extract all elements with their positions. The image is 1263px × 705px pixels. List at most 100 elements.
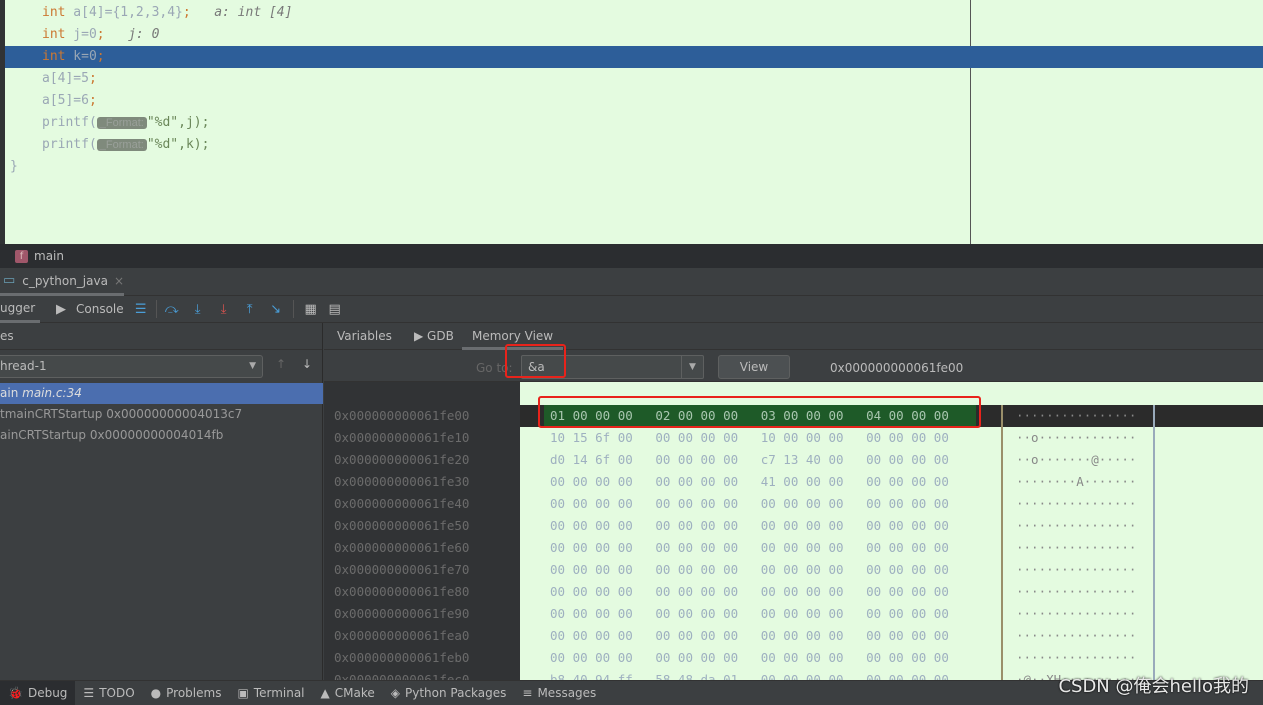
keyword: int <box>42 49 66 64</box>
hex-bytes: 00 00 00 00 00 00 00 00 41 00 00 00 00 0… <box>550 474 949 489</box>
hex-bytes: d0 14 6f 00 00 00 00 00 c7 13 40 00 00 0… <box>550 452 949 467</box>
column-divider <box>1153 493 1155 515</box>
memory-row[interactable]: 0x000000000061fe60 00 00 00 00 00 00 00 0… <box>324 537 1263 559</box>
divider <box>292 300 294 318</box>
status-messages[interactable]: ≡ Messages <box>514 681 604 705</box>
memory-row[interactable]: 0x000000000061feb0 00 00 00 00 00 00 00 0… <box>324 647 1263 669</box>
ascii-text: ················ <box>1016 562 1137 577</box>
semicolon: ; <box>96 27 105 42</box>
layout-icon[interactable]: ☰ <box>132 302 150 317</box>
code-line-6[interactable]: printf(_Format: "%d",j); <box>5 112 1263 134</box>
close-icon[interactable]: × <box>114 274 124 288</box>
list-icon: ☰ <box>83 685 95 700</box>
tab-label: Console <box>76 302 124 316</box>
code-line-1[interactable]: int a[4]={1,2,3,4}; a: int [4] <box>5 2 1263 24</box>
column-divider <box>1153 581 1155 603</box>
status-terminal[interactable]: ▣ Terminal <box>229 681 312 705</box>
column-divider <box>1153 471 1155 493</box>
status-label: TODO <box>99 685 135 700</box>
column-divider <box>1153 603 1155 625</box>
frame-item[interactable]: ainCRTStartup 0x00000000004014fb <box>0 425 323 446</box>
memory-row[interactable]: 0x000000000061fe90 00 00 00 00 00 00 00 0… <box>324 603 1263 625</box>
breadcrumb[interactable]: f main <box>0 244 1263 268</box>
frame-name: ainCRTStartup <box>0 428 87 442</box>
memory-row[interactable]: 0x000000000061fe20 d0 14 6f 00 00 00 00 0… <box>324 449 1263 471</box>
code-line-5[interactable]: a[5]=6; <box>5 90 1263 112</box>
code: a[5]=6 <box>42 93 89 108</box>
breadcrumb-item[interactable]: main <box>34 249 64 263</box>
force-step-into-icon[interactable]: ⤓ <box>215 302 233 317</box>
hex-bytes: 00 00 00 00 00 00 00 00 00 00 00 00 00 0… <box>550 584 949 599</box>
tab-variables[interactable]: Variables <box>337 323 392 350</box>
run-tab-bar: ▭ c_python_java × <box>0 268 1263 296</box>
memory-address: 0x000000000061fe70 <box>334 562 470 577</box>
memory-row[interactable]: 0x000000000061fe80 00 00 00 00 00 00 00 0… <box>324 581 1263 603</box>
code: j=0 <box>65 27 97 42</box>
column-divider <box>1153 515 1155 537</box>
memory-address: 0x000000000061fe40 <box>334 496 470 511</box>
chevron-down-icon[interactable]: ▼ <box>681 356 703 378</box>
memory-address: 0x000000000061fe10 <box>334 430 470 445</box>
memory-row[interactable]: 0x000000000061fe40 00 00 00 00 00 00 00 0… <box>324 493 1263 515</box>
semicolon: ; <box>88 93 97 108</box>
view-button[interactable]: View <box>718 355 790 379</box>
hex-bytes: 00 00 00 00 00 00 00 00 00 00 00 00 00 0… <box>550 518 949 533</box>
status-debug[interactable]: 🐞 Debug <box>0 680 76 705</box>
status-cmake[interactable]: ▲ CMake <box>313 681 383 705</box>
thread-select[interactable]: hread-1 ▼ <box>0 355 263 378</box>
status-problems[interactable]: ● Problems <box>143 681 230 705</box>
arrow-up-icon[interactable]: ↑ <box>276 357 286 371</box>
status-python-packages[interactable]: ◈ Python Packages <box>383 681 515 705</box>
ascii-text: ··o············· <box>1016 430 1137 445</box>
memory-row[interactable]: 0x000000000061fe70 00 00 00 00 00 00 00 0… <box>324 559 1263 581</box>
step-into-icon[interactable]: ⤓ <box>189 302 207 317</box>
debug-window-icon: ▭ <box>2 273 16 288</box>
code-line-current-execution[interactable]: int k=0; <box>5 46 1263 68</box>
column-divider <box>1001 669 1003 680</box>
ascii-text: ··o·······@····· <box>1016 452 1137 467</box>
hex-bytes: 10 15 6f 00 00 00 00 00 10 00 00 00 00 0… <box>550 430 949 445</box>
ascii-text: ········A······· <box>1016 474 1137 489</box>
current-address: 0x000000000061fe00 <box>830 361 964 375</box>
tab-debugger[interactable]: ugger <box>0 296 40 323</box>
step-out-icon[interactable]: ⤒ <box>241 302 259 317</box>
tab-console[interactable]: ▶ Console <box>52 302 124 317</box>
run-to-cursor-icon[interactable]: ↘ <box>267 302 285 317</box>
inline-value-hint: a: int [4] <box>190 5 293 20</box>
column-divider <box>1001 427 1003 449</box>
code-line-7[interactable]: printf(_Format: "%d",k); <box>5 134 1263 156</box>
code-line-2[interactable]: int j=0; j: 0 <box>5 24 1263 46</box>
run-tab-c-python-java[interactable]: ▭ c_python_java × <box>0 268 124 296</box>
code: a[4]={1,2,3,4} <box>65 5 183 20</box>
column-divider <box>1153 647 1155 669</box>
restore-layout-icon[interactable]: ▤ <box>326 302 344 317</box>
memory-address: 0x000000000061fe80 <box>334 584 470 599</box>
arrow-down-icon[interactable]: ↓ <box>302 357 312 371</box>
memory-address: 0x000000000061fe50 <box>334 518 470 533</box>
frames-header: es <box>0 323 322 350</box>
memory-row[interactable]: 0x000000000061fe50 00 00 00 00 00 00 00 0… <box>324 515 1263 537</box>
column-divider <box>1001 559 1003 581</box>
hex-bytes: 00 00 00 00 00 00 00 00 00 00 00 00 00 0… <box>550 628 949 643</box>
annotation-box-bytes <box>538 396 981 428</box>
memory-rows[interactable]: 0x000000000061fe00 01 00 00 00 02 00 00 0… <box>324 405 1263 680</box>
status-todo[interactable]: ☰ TODO <box>75 681 142 705</box>
memory-row[interactable]: 0x000000000061fe30 00 00 00 00 00 00 00 0… <box>324 471 1263 493</box>
frame-item[interactable]: tmainCRTStartup 0x00000000004013c7 <box>0 404 323 425</box>
code: "%d",k); <box>146 137 210 152</box>
frame-location: main.c:34 <box>22 386 82 400</box>
ascii-text: ················ <box>1016 540 1137 555</box>
frame-item-selected[interactable]: ain main.c:34 <box>0 383 323 404</box>
step-over-icon[interactable]: ⤼ <box>163 302 181 317</box>
memory-row[interactable]: 0x000000000061fe10 10 15 6f 00 00 00 00 0… <box>324 427 1263 449</box>
memory-address: 0x000000000061fea0 <box>334 628 470 643</box>
evaluate-expression-icon[interactable]: ▦ <box>302 302 320 317</box>
column-divider <box>1153 537 1155 559</box>
code-line-4[interactable]: a[4]=5; <box>5 68 1263 90</box>
tab-gdb[interactable]: ▶ GDB <box>414 323 454 350</box>
code-line-8[interactable]: } <box>5 156 1263 178</box>
keyword: int <box>42 5 66 20</box>
memory-row[interactable]: 0x000000000061fea0 00 00 00 00 00 00 00 0… <box>324 625 1263 647</box>
semicolon: ; <box>88 71 97 86</box>
code-editor[interactable]: int a[4]={1,2,3,4}; a: int [4] int j=0; … <box>0 0 1263 244</box>
